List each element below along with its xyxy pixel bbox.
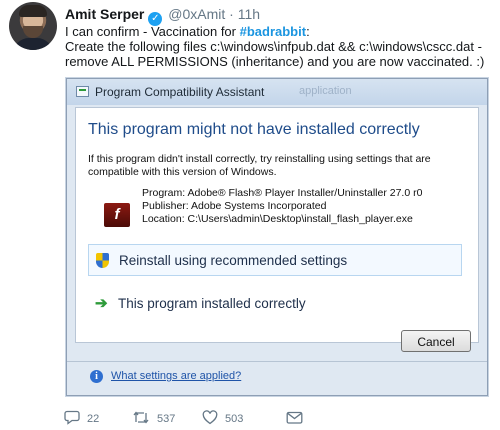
installed-correctly-label: This program installed correctly: [118, 296, 306, 311]
avatar-shirt: [13, 38, 53, 50]
avatar-beard: [23, 26, 43, 38]
background-window-title: application: [299, 85, 352, 97]
footer-divider: [67, 361, 487, 362]
reply-icon: [64, 410, 80, 425]
program-location: Location: C:\Users\admin\Desktop\install…: [142, 213, 413, 225]
avatar-hair: [19, 5, 47, 17]
reply-button[interactable]: 22: [64, 409, 99, 429]
program-name: Program: Adobe® Flash® Player Installer/…: [142, 187, 423, 199]
reinstall-option-label: Reinstall using recommended settings: [119, 253, 348, 268]
tweet-time[interactable]: 11h: [238, 6, 260, 22]
dialog-headline: This program might not have installed co…: [88, 121, 420, 138]
separator: ·: [229, 6, 234, 22]
program-info: Program: Adobe® Flash® Player Installer/…: [142, 187, 422, 226]
dialog-content: This program might not have installed co…: [75, 107, 479, 343]
shield-icon: [96, 253, 109, 268]
tweet-line-1-suffix: :: [306, 24, 310, 39]
tweet-header: Amit Serper ✓ @0xAmit · 11h: [65, 5, 260, 26]
flash-player-icon: f: [104, 203, 130, 227]
author-name[interactable]: Amit Serper: [65, 6, 144, 22]
installed-correctly-option[interactable]: ➔ This program installed correctly: [88, 288, 462, 320]
window-app-icon: [76, 86, 89, 97]
avatar[interactable]: [9, 2, 57, 50]
dialog-description: If this program didn't install correctly…: [88, 153, 431, 178]
green-arrow-icon: ➔: [95, 295, 108, 312]
dialog-title: Program Compatibility Assistant: [95, 85, 265, 99]
heart-icon: [202, 410, 218, 425]
retweet-button[interactable]: 537: [132, 409, 175, 429]
attached-image-dialog[interactable]: Program Compatibility Assistant applicat…: [66, 78, 488, 396]
author-handle[interactable]: @0xAmit: [168, 6, 225, 22]
program-publisher: Publisher: Adobe Systems Incorporated: [142, 200, 327, 212]
retweet-icon: [133, 411, 149, 424]
retweet-count: 537: [157, 413, 176, 425]
hashtag-link[interactable]: #badrabbit: [240, 24, 306, 39]
dialog-titlebar: Program Compatibility Assistant applicat…: [67, 79, 487, 105]
settings-help-link[interactable]: What settings are applied?: [111, 370, 241, 382]
tweet-line-1: I can confirm - Vaccination for #badrabb…: [65, 24, 497, 39]
dm-button[interactable]: [286, 409, 303, 429]
tweet-line-3: remove ALL PERMISSIONS (inheritance) and…: [65, 54, 485, 69]
reinstall-option[interactable]: Reinstall using recommended settings: [88, 244, 462, 276]
cancel-button[interactable]: Cancel: [401, 330, 471, 352]
info-icon: i: [90, 370, 103, 383]
tweet-line-1-text: I can confirm - Vaccination for: [65, 24, 240, 39]
like-count: 503: [225, 413, 244, 425]
reply-count: 22: [87, 413, 100, 425]
tweet-line-2: Create the following files c:\windows\in…: [65, 39, 482, 54]
envelope-icon: [286, 411, 303, 424]
tweet-text: I can confirm - Vaccination for #badrabb…: [65, 24, 497, 69]
like-button[interactable]: 503: [202, 409, 243, 429]
